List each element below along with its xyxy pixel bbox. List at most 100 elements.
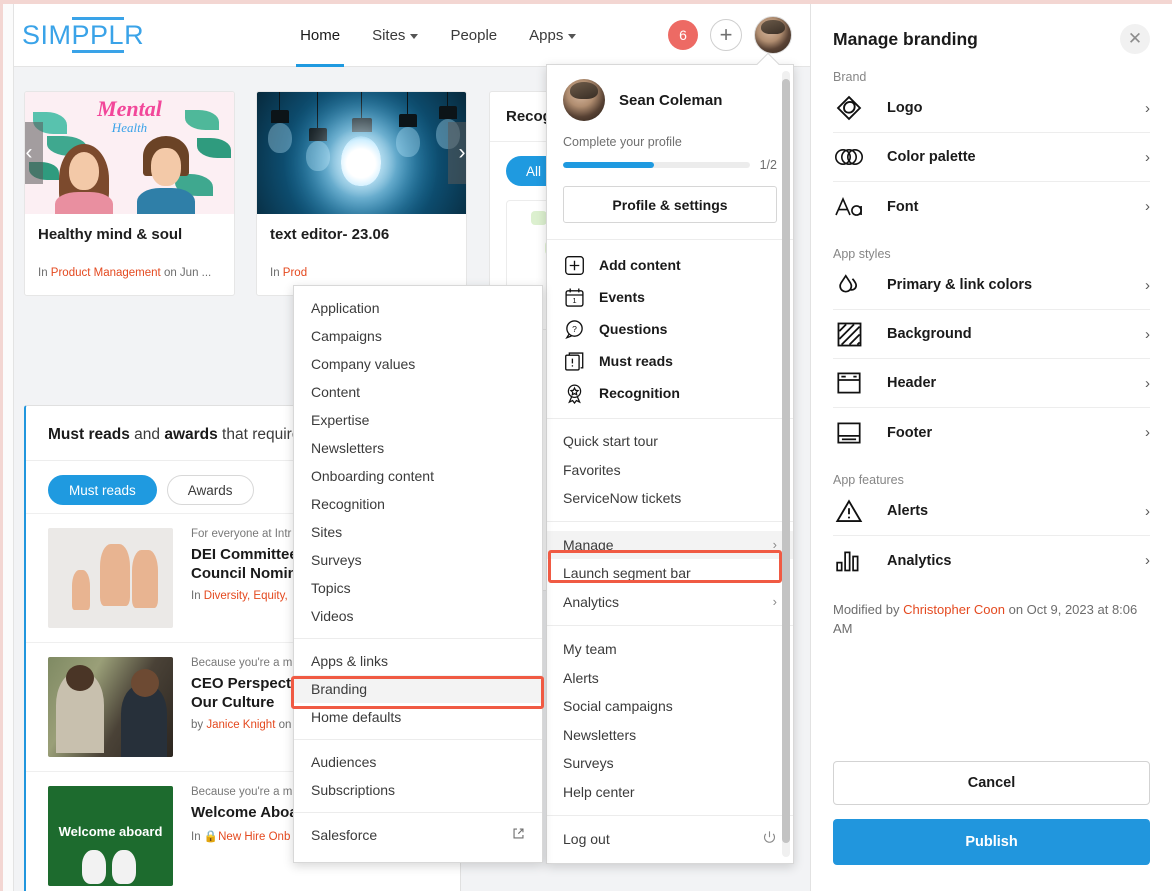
card-meta-link[interactable]: Product Management [51, 267, 161, 279]
logo-text-part2: PPL [71, 16, 125, 53]
submenu-group-3: Audiences Subscriptions [294, 740, 542, 813]
notification-badge[interactable]: 6 [668, 20, 698, 50]
carousel: Mental Health ‹ Healthy mind & soul In P… [24, 91, 467, 296]
complete-profile-label: Complete your profile [563, 135, 682, 149]
carousel-prev-button[interactable]: ‹ [25, 122, 43, 184]
menu-item-servicenow-tickets[interactable]: ServiceNow tickets [547, 484, 793, 513]
submenu-item-label: Videos [311, 608, 354, 624]
carousel-card-healthy-mind[interactable]: Mental Health ‹ Healthy mind & soul In P… [24, 91, 235, 296]
submenu-item-sites[interactable]: Sites [294, 518, 542, 546]
menu-item-manage[interactable]: Manage › [547, 530, 793, 559]
chevron-right-icon: › [1145, 198, 1150, 215]
menu-item-label: Recognition [599, 385, 680, 401]
branding-row-alerts[interactable]: Alerts › [833, 487, 1150, 536]
submenu-item-campaigns[interactable]: Campaigns [294, 322, 542, 350]
nav-item-sites-label: Sites [372, 26, 406, 44]
avatar[interactable] [754, 16, 792, 54]
menu-item-add-content[interactable]: Add content [547, 249, 793, 281]
menu-item-help-center[interactable]: Help center [547, 778, 793, 807]
submenu-item-newsletters[interactable]: Newsletters [294, 434, 542, 462]
carousel-card-text-editor[interactable]: › text editor- 23.06 In Prod [256, 91, 467, 296]
app-logo[interactable]: SIMPPLR [22, 16, 144, 53]
branding-list-app-features: Alerts › Analytics › [811, 487, 1172, 585]
submenu-item-onboarding-content[interactable]: Onboarding content [294, 462, 542, 490]
submenu-item-topics[interactable]: Topics [294, 574, 542, 602]
exclamation-docs-icon [563, 350, 585, 372]
menu-item-launch-segment-bar[interactable]: Launch segment bar [547, 559, 793, 588]
manage-branding-panel: Manage branding ✕ Brand Logo › Color pal… [810, 4, 1172, 891]
menu-item-label: Social campaigns [563, 698, 673, 715]
submenu-item-content[interactable]: Content [294, 378, 542, 406]
submenu-item-label: Recognition [311, 496, 385, 512]
menu-item-favorites[interactable]: Favorites [547, 456, 793, 485]
submenu-item-subscriptions[interactable]: Subscriptions [294, 776, 542, 804]
card-image-subtitle: Health [111, 120, 148, 135]
branding-row-color-palette[interactable]: Color palette › [833, 133, 1150, 182]
menu-item-alerts[interactable]: Alerts [547, 664, 793, 693]
menu-item-quick-start-tour[interactable]: Quick start tour [547, 427, 793, 456]
submenu-item-label: Company values [311, 356, 416, 372]
warning-triangle-icon [833, 495, 865, 527]
submenu-item-videos[interactable]: Videos [294, 602, 542, 630]
profile-user-row[interactable]: Sean Coleman [563, 79, 777, 121]
menu-item-label: ServiceNow tickets [563, 490, 682, 507]
submenu-item-salesforce[interactable]: Salesforce [294, 821, 542, 849]
menu-item-log-out[interactable]: Log out [547, 825, 793, 853]
menu-item-surveys[interactable]: Surveys [547, 749, 793, 778]
list-item-sub-link[interactable]: Janice Knight [206, 719, 275, 731]
card-meta-link[interactable]: Prod [283, 267, 307, 279]
list-item-sub-link[interactable]: New Hire Onb [218, 831, 290, 843]
menu-item-questions[interactable]: ? Questions [547, 313, 793, 345]
submenu-item-surveys[interactable]: Surveys [294, 546, 542, 574]
submenu-item-company-values[interactable]: Company values [294, 350, 542, 378]
svg-text:?: ? [572, 323, 577, 333]
cancel-button[interactable]: Cancel [833, 761, 1150, 805]
branding-row-header[interactable]: Header › [833, 359, 1150, 408]
branding-row-label: Font [887, 198, 919, 215]
branding-row-footer[interactable]: Footer › [833, 408, 1150, 457]
chevron-right-icon: › [772, 537, 777, 553]
list-item-headline-line1: DEI Committee [191, 546, 298, 563]
menu-item-must-reads[interactable]: Must reads [547, 345, 793, 377]
branding-row-logo[interactable]: Logo › [833, 84, 1150, 133]
chevron-right-icon: › [1145, 325, 1150, 343]
list-item-sub-link[interactable]: Diversity, Equity, [204, 590, 288, 602]
publish-button[interactable]: Publish [833, 819, 1150, 865]
menu-item-events[interactable]: 1 Events [547, 281, 793, 313]
chevron-right-icon: › [1145, 374, 1150, 392]
branding-row-background[interactable]: Background › [833, 310, 1150, 359]
menu-item-social-campaigns[interactable]: Social campaigns [547, 692, 793, 721]
nav-item-sites[interactable]: Sites [356, 4, 434, 67]
menu-item-newsletters[interactable]: Newsletters [547, 721, 793, 750]
card-meta: In Product Management on Jun ... [38, 267, 221, 279]
manage-submenu: Application Campaigns Company values Con… [293, 285, 543, 863]
menu-item-recognition[interactable]: Recognition [547, 377, 793, 409]
tab-must-reads[interactable]: Must reads [48, 475, 157, 505]
nav-item-home[interactable]: Home [284, 4, 356, 67]
tab-awards[interactable]: Awards [166, 475, 254, 505]
menu-item-label: Events [599, 289, 645, 305]
submenu-item-application[interactable]: Application [294, 294, 542, 322]
branding-row-label: Primary & link colors [887, 277, 1033, 293]
must-reads-title-part3: awards [164, 426, 218, 443]
profile-settings-button[interactable]: Profile & settings [563, 186, 777, 223]
carousel-next-button[interactable]: › [448, 122, 466, 184]
submenu-item-branding[interactable]: Branding [294, 675, 542, 703]
submenu-item-audiences[interactable]: Audiences [294, 748, 542, 776]
branding-row-analytics[interactable]: Analytics › [833, 536, 1150, 585]
nav-item-apps[interactable]: Apps [513, 4, 592, 67]
menu-item-analytics[interactable]: Analytics › [547, 588, 793, 617]
nav-item-people[interactable]: People [434, 4, 513, 67]
dropdown-scrollbar-thumb[interactable] [782, 79, 790, 843]
submenu-item-apps-and-links[interactable]: Apps & links [294, 647, 542, 675]
submenu-item-recognition[interactable]: Recognition [294, 490, 542, 518]
tab-awards-label: Awards [187, 482, 233, 498]
close-icon[interactable]: ✕ [1120, 24, 1150, 54]
submenu-item-expertise[interactable]: Expertise [294, 406, 542, 434]
add-button[interactable]: + [710, 19, 742, 51]
menu-item-my-team[interactable]: My team [547, 635, 793, 664]
branding-row-primary-link-colors[interactable]: Primary & link colors › [833, 261, 1150, 310]
submenu-item-home-defaults[interactable]: Home defaults [294, 703, 542, 731]
modified-user-link[interactable]: Christopher Coon [903, 602, 1005, 617]
branding-row-font[interactable]: Font › [833, 182, 1150, 231]
